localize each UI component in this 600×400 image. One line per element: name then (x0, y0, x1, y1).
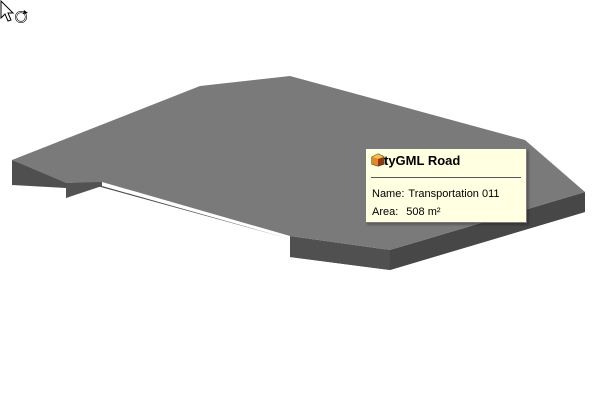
tooltip-divider (371, 177, 521, 178)
object-info-tooltip: CityGML Road Name: Transportation 011 Are… (365, 148, 527, 223)
tooltip-row-name: Name: Transportation 011 (372, 188, 500, 200)
tooltip-header: CityGML Road (371, 153, 460, 168)
road-side-face-notch (66, 181, 102, 198)
tooltip-row-area: Area: 508 m² (372, 206, 441, 218)
3d-viewport[interactable]: CityGML Road Name: Transportation 011 Are… (0, 0, 600, 400)
tooltip-area-label: Area: (372, 206, 399, 218)
tooltip-name-label: Name: (372, 188, 405, 200)
arrow-rotate-cursor-icon (0, 0, 28, 23)
tooltip-area-value: 508 m² (406, 206, 441, 218)
road-object-icon (371, 153, 385, 167)
tooltip-name-value: Transportation 011 (408, 188, 500, 200)
